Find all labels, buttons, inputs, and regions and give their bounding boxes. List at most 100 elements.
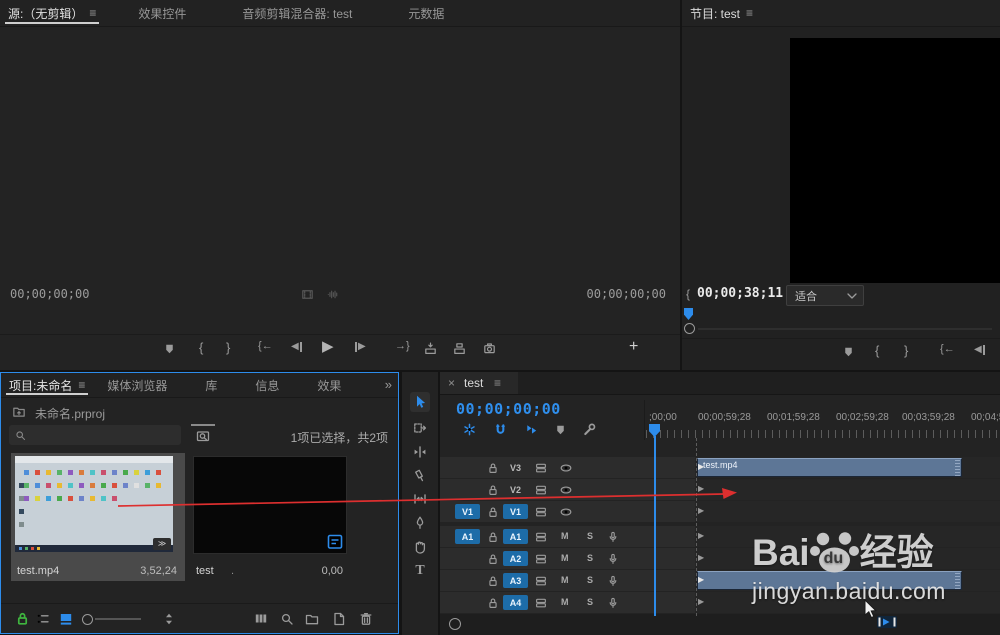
toggle-track-output-eye-icon[interactable] (559, 483, 573, 497)
play-icon[interactable]: ▶ (322, 339, 334, 354)
solo-button[interactable]: S (587, 531, 593, 541)
mark-in-icon[interactable]: { (875, 344, 879, 357)
thumbnail-zoom-slider[interactable] (95, 618, 141, 620)
target-track-a2[interactable]: A2 (503, 551, 528, 566)
track-settings-icon[interactable] (534, 596, 548, 610)
mark-out-icon[interactable]: } (904, 344, 908, 357)
ripple-edit-tool[interactable] (410, 442, 430, 462)
tab-effects[interactable]: 效果 (309, 373, 349, 397)
track-settings-icon[interactable] (534, 483, 548, 497)
timeline-timecode[interactable]: 00;00;00;00 (456, 400, 561, 418)
sequence-thumbnail[interactable] (193, 456, 347, 554)
automate-to-sequence-icon[interactable] (253, 611, 269, 627)
nest-insert-toggle-icon[interactable] (462, 422, 477, 437)
timeline-clip-video[interactable]: test.mp4 (697, 458, 962, 477)
pen-tool[interactable] (410, 513, 430, 533)
tab-libraries[interactable]: 库 (197, 373, 225, 397)
target-track-v2[interactable]: V2 (503, 482, 528, 497)
track-v3-lane[interactable]: ▶ test.mp4 (695, 457, 1000, 478)
tab-sequence-test[interactable]: × test ≡ (440, 372, 518, 394)
search-input[interactable] (9, 425, 181, 445)
tab-metadata[interactable]: 元数据 (400, 0, 452, 26)
lock-icon[interactable] (486, 574, 500, 588)
list-view-icon[interactable] (35, 611, 51, 627)
target-track-v1[interactable]: V1 (503, 504, 528, 519)
close-icon[interactable]: × (448, 376, 455, 390)
source-patch-v1[interactable]: V1 (455, 504, 480, 519)
lock-icon[interactable] (486, 552, 500, 566)
goto-out-icon[interactable]: →} (395, 341, 410, 352)
step-back-icon[interactable]: ◀ (291, 342, 302, 352)
clip-thumbnail[interactable]: ≫ (15, 456, 173, 552)
track-collapse-arrow-icon[interactable]: ▶ (698, 554, 704, 562)
mute-button[interactable]: M (561, 597, 569, 607)
track-settings-icon[interactable] (534, 461, 548, 475)
sort-icons-icon[interactable] (161, 611, 177, 627)
step-back-icon[interactable]: ◀ (974, 345, 985, 355)
drag-audio-only-icon[interactable] (325, 287, 340, 302)
insert-icon[interactable] (423, 341, 438, 356)
mute-button[interactable]: M (561, 553, 569, 563)
add-marker-icon[interactable] (842, 345, 855, 359)
solo-button[interactable]: S (587, 597, 593, 607)
lock-icon[interactable] (486, 483, 500, 497)
project-item-test-sequence[interactable]: test . 0,00 (187, 453, 359, 581)
panel-menu-icon[interactable]: ≡ (746, 6, 753, 20)
mute-button[interactable]: M (561, 575, 569, 585)
source-patch-a1[interactable]: A1 (455, 529, 480, 544)
selection-tool[interactable] (410, 392, 430, 412)
thumbnail-zoom-knob[interactable] (82, 614, 93, 625)
mute-button[interactable]: M (561, 531, 569, 541)
new-bin-icon[interactable] (304, 611, 320, 627)
hand-tool[interactable] (410, 537, 430, 557)
find-in-bin-icon[interactable] (195, 428, 211, 444)
tab-audio-mixer[interactable]: 音频剪辑混合器: test (234, 0, 360, 26)
add-marker-icon[interactable] (163, 342, 176, 356)
track-collapse-arrow-icon[interactable]: ▶ (698, 532, 704, 540)
zoom-level-dropdown[interactable]: 适合 (786, 285, 864, 306)
track-v1-lane[interactable]: ▶ (695, 501, 1000, 522)
track-collapse-arrow-icon[interactable]: ▶ (698, 598, 704, 606)
find-icon[interactable] (279, 611, 295, 627)
goto-in-icon[interactable]: {← (940, 344, 955, 355)
track-settings-icon[interactable] (534, 574, 548, 588)
project-item-testmp4[interactable]: ≫ test.mp4 3,52,24 (11, 453, 185, 581)
goto-in-icon[interactable]: {← (258, 341, 273, 352)
tab-project[interactable]: 项目:未命名 ≡ (1, 373, 93, 397)
solo-button[interactable]: S (587, 553, 593, 563)
mark-in-icon[interactable]: { (199, 341, 203, 354)
voiceover-mic-icon[interactable] (606, 596, 620, 610)
panel-overflow-icon[interactable]: » (385, 377, 392, 392)
razor-tool[interactable] (410, 466, 430, 486)
track-settings-icon[interactable] (534, 530, 548, 544)
new-item-icon[interactable] (331, 611, 347, 627)
slip-tool[interactable] (410, 489, 430, 509)
panel-menu-icon[interactable]: ≡ (494, 376, 501, 390)
type-tool[interactable]: T (410, 561, 430, 581)
voiceover-mic-icon[interactable] (606, 574, 620, 588)
program-scrollbar-knob[interactable] (684, 323, 695, 334)
target-track-v3[interactable]: V3 (503, 460, 528, 475)
voiceover-mic-icon[interactable] (606, 552, 620, 566)
export-frame-icon[interactable] (482, 341, 497, 356)
overwrite-icon[interactable] (452, 341, 467, 356)
timeline-zoom-scroll-knob[interactable] (449, 618, 461, 630)
tab-source[interactable]: 源:（无剪辑） ≡ (0, 0, 104, 26)
add-marker-icon[interactable] (554, 423, 567, 437)
mark-out-icon[interactable]: } (226, 341, 230, 354)
lock-icon[interactable] (486, 505, 500, 519)
target-track-a3[interactable]: A3 (503, 573, 528, 588)
navigate-up-folder-icon[interactable] (11, 404, 27, 419)
program-playhead-marker[interactable] (684, 308, 693, 320)
voiceover-mic-icon[interactable] (606, 530, 620, 544)
drag-video-only-icon[interactable] (300, 287, 315, 302)
snap-magnet-icon[interactable] (493, 422, 508, 437)
solo-button[interactable]: S (587, 575, 593, 585)
button-editor-plus-icon[interactable]: + (629, 339, 638, 355)
track-collapse-arrow-icon[interactable]: ▶ (698, 485, 704, 493)
track-collapse-arrow-icon[interactable]: ▶ (698, 507, 704, 515)
track-v2-lane[interactable]: ▶ (695, 479, 1000, 500)
panel-menu-icon[interactable]: ≡ (78, 378, 85, 392)
timeline-settings-wrench-icon[interactable] (582, 422, 597, 437)
track-settings-icon[interactable] (534, 505, 548, 519)
